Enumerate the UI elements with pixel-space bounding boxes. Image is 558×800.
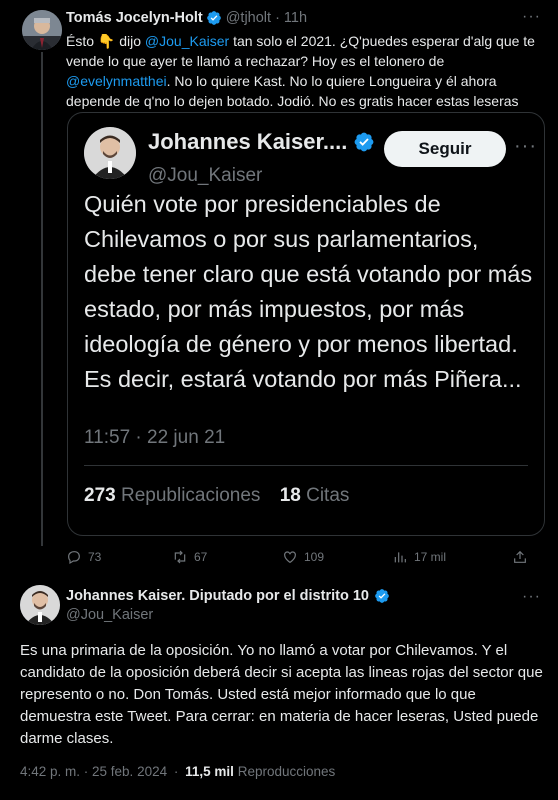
tweet2-handle[interactable]: @Jou_Kaiser [66, 607, 153, 623]
tweet1-author-name[interactable]: Tomás Jocelyn-Holt [66, 10, 203, 26]
quoted-quotes-count: 18 [279, 485, 301, 506]
retweet-count: 67 [194, 550, 208, 564]
verified-badge-icon [354, 132, 374, 152]
thread-line [41, 52, 43, 546]
quoted-text: Quién vote por presidenciables de Chilev… [84, 191, 533, 392]
tweet1-text-p2: dijo [115, 33, 145, 49]
pointing-down-emoji: 👇 [97, 33, 116, 49]
retweet-button[interactable]: 67 [172, 549, 207, 565]
like-count: 109 [304, 550, 325, 564]
more-icon[interactable]: ··· [522, 8, 541, 26]
share-icon [514, 550, 526, 563]
tweet2-views-count: 11,5 mil [185, 764, 234, 779]
tweet1-time[interactable]: 11h [284, 10, 307, 26]
tweet2-views-label: Reproducciones [237, 764, 336, 779]
quoted-tweet-card[interactable]: Johannes Kaiser.... @Jou_Kaiser Seguir ·… [67, 112, 545, 536]
reply-button[interactable]: 73 [66, 549, 101, 565]
quoted-timestamp[interactable]: 11:57 · 22 jun 21 [84, 427, 225, 449]
tweet2-meta: 4:42 p. m. · 25 feb. 2024 · 11,5 mil Rep… [20, 764, 335, 779]
quoted-retweets-count: 273 [84, 485, 116, 506]
more-icon[interactable]: ··· [522, 588, 541, 606]
tweet1-text-p1: Ésto [66, 33, 98, 49]
quoted-avatar[interactable] [84, 127, 136, 179]
views-icon [394, 552, 406, 563]
like-button[interactable]: 109 [282, 549, 324, 565]
tweet1-text: Ésto 👇 dijo @Jou_Kaiser tan solo el 2021… [66, 31, 551, 111]
follow-button[interactable]: Seguir [384, 131, 506, 167]
quoted-retweets-stat[interactable]: 273 Republicaciones [84, 485, 260, 506]
tweet2-timestamp[interactable]: 4:42 p. m. · 25 feb. 2024 [20, 764, 167, 779]
quoted-retweets-label: Republicaciones [120, 485, 261, 506]
verified-badge-icon [206, 11, 221, 25]
like-icon [284, 551, 296, 564]
quoted-stats: 273 Republicaciones 18 Citas [84, 485, 349, 507]
tweet1-header: Tomás Jocelyn-Holt @tjholt · 11h [66, 10, 307, 26]
mention-evelynmatthei[interactable]: @evelynmatthei [66, 73, 167, 89]
quoted-divider [84, 465, 528, 466]
tweet1-action-bar: 73 67 109 17 mil [66, 549, 536, 569]
quoted-handle[interactable]: @Jou_Kaiser [148, 165, 262, 187]
mention-jou-kaiser[interactable]: @Jou_Kaiser [145, 33, 229, 49]
tweet2-header: Johannes Kaiser. Diputado por el distrit… [66, 588, 390, 604]
reply-count: 73 [88, 550, 102, 564]
tweet1-handle[interactable]: @tjholt [226, 10, 271, 26]
tweet2-avatar[interactable] [20, 585, 60, 625]
quoted-author-name[interactable]: Johannes Kaiser.... [148, 129, 347, 155]
more-icon[interactable]: ··· [514, 135, 537, 158]
tweet1-avatar[interactable] [22, 10, 62, 50]
quoted-quotes-stat[interactable]: 18 Citas [280, 485, 350, 506]
views-count: 17 mil [414, 550, 447, 564]
verified-badge-icon [375, 589, 389, 603]
separator-dot: · [275, 10, 280, 26]
tweet2-text: Es una primaria de la oposición. Yo no l… [20, 642, 543, 747]
quoted-quotes-label: Citas [306, 485, 350, 506]
tweet2-author-name[interactable]: Johannes Kaiser. Diputado por el distrit… [66, 588, 369, 604]
retweet-icon [174, 550, 186, 564]
quoted-header: Johannes Kaiser.... [148, 129, 375, 155]
separator-dot: · [173, 764, 179, 779]
share-button[interactable] [512, 549, 528, 565]
reply-icon [68, 551, 80, 565]
views-button[interactable]: 17 mil [392, 549, 446, 565]
